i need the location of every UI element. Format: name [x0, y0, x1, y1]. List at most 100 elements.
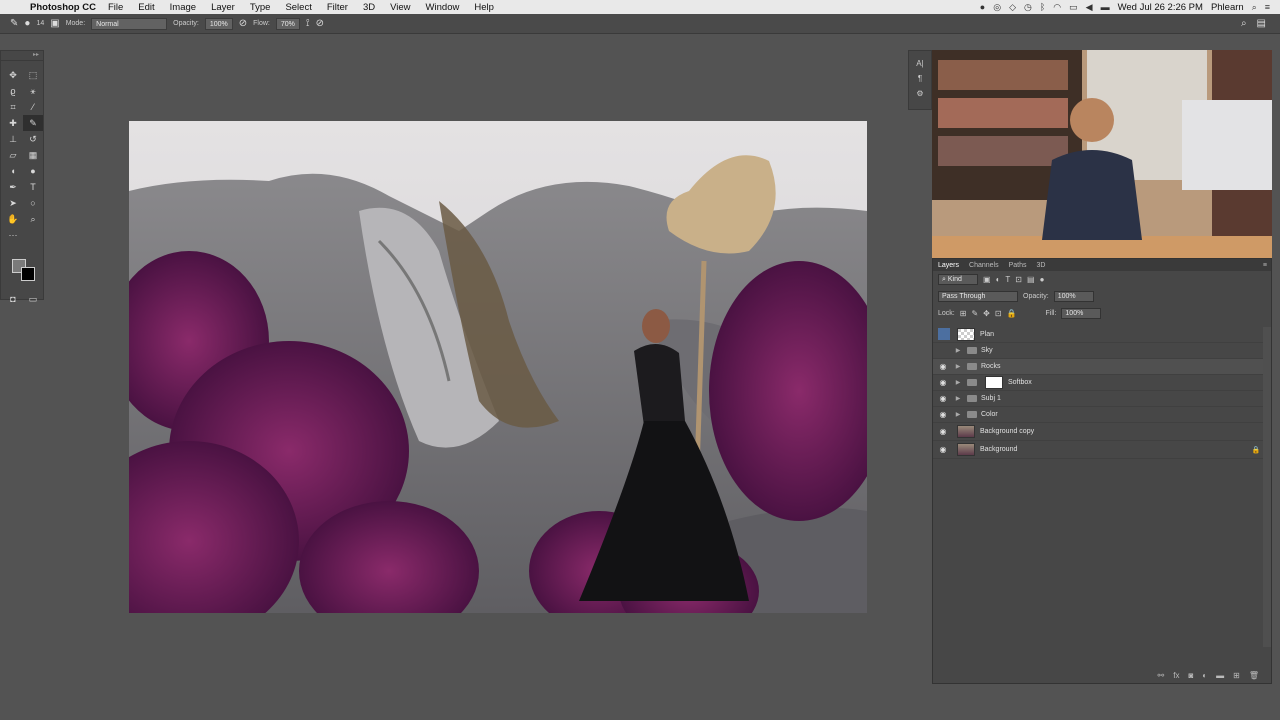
layer-row-plan[interactable]: Plan [933, 327, 1263, 343]
paragraph-panel-icon[interactable]: ¶ [918, 74, 922, 83]
quick-mask-icon[interactable]: ◘ [3, 291, 23, 307]
flow-field[interactable]: 70% [275, 17, 300, 30]
lock-transparent-icon[interactable]: ⊞ [960, 309, 967, 318]
history-brush-icon[interactable]: ↺ [23, 131, 43, 147]
datetime[interactable]: Wed Jul 26 2:26 PM [1118, 2, 1203, 13]
type-tool-icon[interactable]: T [23, 179, 43, 195]
creative-cloud-icon[interactable]: ◎ [993, 2, 1001, 13]
screen-mode-icon[interactable]: ▭ [23, 291, 43, 307]
filter-pixel-icon[interactable]: ▣ [983, 275, 991, 284]
tab-paths[interactable]: Paths [1009, 262, 1027, 269]
airbrush-icon[interactable]: ⟟ [306, 18, 310, 29]
dodge-tool-icon[interactable]: ● [23, 163, 43, 179]
layer-name[interactable]: Sky [981, 347, 1263, 354]
filter-type-icon[interactable]: T [1005, 275, 1010, 284]
pressure-opacity-icon[interactable]: ⊘ [239, 18, 247, 29]
brush-preset-icon[interactable]: ● [24, 18, 30, 29]
lock-artboard-icon[interactable]: ⊡ [995, 309, 1002, 318]
mode-select[interactable]: Normal [91, 17, 168, 30]
volume-icon[interactable]: ◀ [1086, 2, 1093, 13]
menu-filter[interactable]: Filter [327, 2, 348, 13]
expand-arrow-icon[interactable]: ▶ [953, 395, 963, 402]
stamp-tool-icon[interactable]: ⊥ [3, 131, 23, 147]
zoom-tool-icon[interactable]: ⌕ [23, 211, 43, 227]
filter-smart-object-icon[interactable]: ▤ [1027, 275, 1035, 284]
brush-size[interactable]: 14 [36, 20, 44, 27]
time-machine-icon[interactable]: ◷ [1024, 2, 1032, 13]
gradient-tool-icon[interactable]: ▦ [23, 147, 43, 163]
new-group-icon[interactable]: ▬ [1216, 671, 1224, 680]
brush-tool-icon[interactable]: ✎ [10, 18, 18, 29]
eyedropper-tool-icon[interactable]: ⁄ [23, 99, 43, 115]
menu-image[interactable]: Image [170, 2, 196, 13]
link-layers-icon[interactable]: ⚯ [1158, 671, 1165, 680]
layer-row-softbox[interactable]: ◉ ▶ Softbox [933, 375, 1263, 391]
fx-icon[interactable]: fx [1173, 671, 1179, 680]
filter-toggle-icon[interactable]: ● [1040, 275, 1045, 284]
menu-select[interactable]: Select [285, 2, 311, 13]
menu-type[interactable]: Type [250, 2, 271, 13]
tab-3d[interactable]: 3D [1037, 262, 1046, 269]
eraser-tool-icon[interactable]: ▱ [3, 147, 23, 163]
brush-tool-icon[interactable]: ✎ [23, 115, 43, 131]
menu-3d[interactable]: 3D [363, 2, 375, 13]
tab-layers[interactable]: Layers [938, 262, 959, 269]
layer-row-subj-1[interactable]: ◉ ▶ Subj 1 [933, 391, 1263, 407]
filter-shape-icon[interactable]: ⊡ [1015, 275, 1022, 284]
background-color-swatch[interactable] [21, 267, 35, 281]
expand-arrow-icon[interactable]: ▶ [953, 411, 963, 418]
app-menu[interactable]: Photoshop CC [30, 2, 96, 13]
path-select-icon[interactable]: ➤ [3, 195, 23, 211]
menu-file[interactable]: File [108, 2, 123, 13]
lock-position-icon[interactable]: ✥ [983, 309, 990, 318]
filter-kind-select[interactable]: ⌕ Kind [938, 274, 978, 285]
tab-channels[interactable]: Channels [969, 262, 999, 269]
more-tools-icon[interactable]: ··· [3, 227, 23, 243]
layer-name[interactable]: Subj 1 [981, 395, 1263, 402]
menu-edit[interactable]: Edit [138, 2, 154, 13]
menu-layer[interactable]: Layer [211, 2, 235, 13]
brush-panel-icon[interactable]: ▣ [50, 18, 59, 29]
layer-row-background-copy[interactable]: ◉ Background copy [933, 423, 1263, 441]
lasso-tool-icon[interactable]: ϱ [3, 83, 23, 99]
properties-panel-icon[interactable]: ⚙ [916, 89, 923, 98]
menu-help[interactable]: Help [474, 2, 494, 13]
notification-icon[interactable]: ≡ [1265, 2, 1270, 12]
panel-grip[interactable]: ▸▸ [1, 51, 43, 61]
search-icon[interactable]: ⌕ [1252, 2, 1257, 13]
eye-icon[interactable]: ◉ [933, 410, 953, 419]
pen-tool-icon[interactable]: ✒ [3, 179, 23, 195]
expand-arrow-icon[interactable]: ▶ [953, 379, 963, 386]
airplay-icon[interactable]: ▭ [1069, 2, 1078, 13]
healing-tool-icon[interactable]: ✚ [3, 115, 23, 131]
opacity-field[interactable]: 100% [204, 17, 233, 30]
eye-icon[interactable]: ◉ [933, 378, 953, 387]
layer-row-background[interactable]: ◉ Background 🔒 [933, 441, 1263, 459]
expand-arrow-icon[interactable]: ▶ [953, 363, 963, 370]
marquee-tool-icon[interactable]: ⬚ [23, 67, 43, 83]
move-tool-icon[interactable]: ✥ [3, 67, 23, 83]
layer-name[interactable]: Background copy [980, 428, 1263, 435]
wifi-icon[interactable]: ◠ [1053, 2, 1061, 13]
layer-name[interactable]: Softbox [1008, 379, 1263, 386]
layers-scrollbar[interactable] [1263, 327, 1271, 647]
menu-window[interactable]: Window [426, 2, 460, 13]
ellipse-tool-icon[interactable]: ○ [23, 195, 43, 211]
magic-wand-tool-icon[interactable]: ⚹ [23, 83, 43, 99]
adjustment-layer-icon[interactable]: ◐ [1202, 671, 1207, 680]
blend-mode-select[interactable]: Pass Through [938, 291, 1018, 302]
lock-all-icon[interactable]: 🔒 [1007, 309, 1017, 318]
eye-icon[interactable]: ◉ [933, 362, 953, 371]
layer-opacity-field[interactable]: 100% [1053, 291, 1094, 302]
search-icon[interactable]: ⌕ [1241, 18, 1247, 29]
eye-icon[interactable]: ◉ [933, 427, 953, 436]
layer-name[interactable]: Color [981, 411, 1263, 418]
crop-tool-icon[interactable]: ⌗ [3, 99, 23, 115]
layer-row-rocks[interactable]: ◉ ▶ Rocks [933, 359, 1263, 375]
dropbox-icon[interactable]: ◇ [1009, 2, 1016, 13]
new-layer-icon[interactable]: ⊞ [1233, 671, 1240, 680]
trash-icon[interactable]: 🗑 [1249, 671, 1259, 680]
blur-tool-icon[interactable]: ◖ [3, 163, 23, 179]
workspace-icon[interactable]: ▤ [1257, 18, 1266, 29]
add-mask-icon[interactable]: ◙ [1188, 671, 1193, 680]
